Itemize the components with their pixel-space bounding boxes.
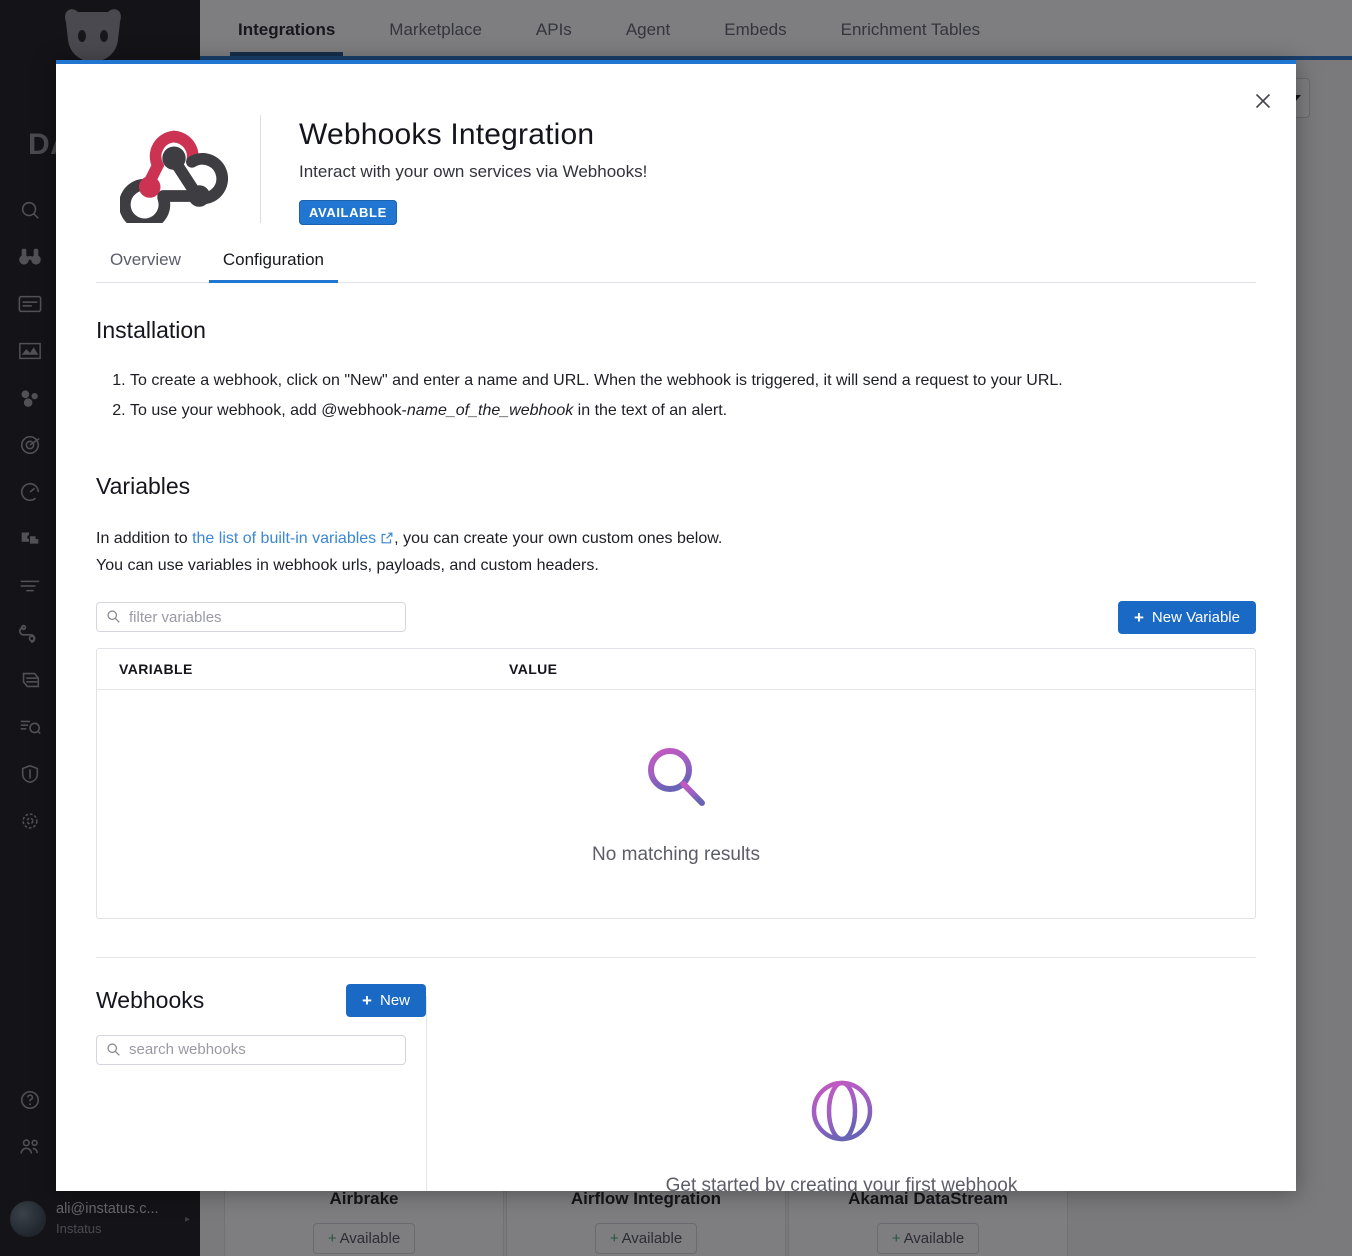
magnifier-empty-icon xyxy=(640,741,712,818)
webhooks-heading: Webhooks xyxy=(96,986,205,1013)
variables-empty-state: No matching results xyxy=(97,690,1255,918)
webhooks-empty-text: Get started by creating your first webho… xyxy=(665,1174,1018,1191)
header-divider xyxy=(260,115,261,223)
modal-body: Installation To create a webhook, click … xyxy=(56,317,1296,1191)
variables-table-header: VARIABLE VALUE xyxy=(97,649,1255,690)
section-divider xyxy=(96,956,1256,958)
installation-heading: Installation xyxy=(96,317,206,343)
variables-table: VARIABLE VALUE No matching results xyxy=(96,647,1256,919)
webhooks-left-panel: Webhooks + New xyxy=(96,983,426,1191)
installation-step-text: To create a webhook, click on "New" and … xyxy=(130,372,1063,389)
filter-variables-field[interactable] xyxy=(96,602,406,633)
variables-desc-line2: You can use variables in webhook urls, p… xyxy=(96,557,599,575)
modal-header-text: Webhooks Integration Interact with your … xyxy=(299,114,647,225)
filter-variables-input[interactable] xyxy=(129,603,405,632)
search-webhooks-input[interactable] xyxy=(129,1035,405,1064)
new-webhook-button-label: New xyxy=(379,991,410,1009)
tab-overview[interactable]: Overview xyxy=(96,250,195,282)
variables-description: In addition to the list of built-in vari… xyxy=(96,526,1256,579)
new-variable-button[interactable]: + New Variable xyxy=(1117,600,1256,634)
installation-section: Installation To create a webhook, click … xyxy=(96,317,1256,427)
close-icon[interactable] xyxy=(1248,86,1278,116)
new-variable-button-label: New Variable xyxy=(1151,608,1240,626)
webhooks-integration-modal: Webhooks Integration Interact with your … xyxy=(56,60,1296,1191)
variables-desc-post: , you can create your own custom ones be… xyxy=(394,529,723,547)
installation-step: To use your webhook, add @webhook-name_o… xyxy=(130,396,1256,426)
new-webhook-button[interactable]: + New xyxy=(346,983,426,1017)
modal-tablist: Overview Configuration xyxy=(96,250,1256,283)
variables-empty-text: No matching results xyxy=(592,844,760,866)
installation-step-text-tail: in the text of an alert. xyxy=(573,402,728,420)
external-link-icon[interactable] xyxy=(380,528,394,554)
installation-step: To create a webhook, click on "New" and … xyxy=(130,366,1256,396)
built-in-variables-link[interactable]: the list of built-in variables xyxy=(192,530,376,547)
webhooks-logo-icon xyxy=(118,115,229,231)
search-webhooks-field[interactable] xyxy=(96,1034,406,1065)
variables-controls: + New Variable xyxy=(96,600,1256,634)
plus-icon: + xyxy=(362,990,372,1010)
status-badge: AVAILABLE xyxy=(299,199,397,225)
modal-header: Webhooks Integration Interact with your … xyxy=(56,64,1296,232)
variables-desc-pre: In addition to xyxy=(96,529,193,547)
installation-step-emphasis: name_of_the_webhook xyxy=(406,402,574,420)
globe-empty-icon xyxy=(807,1076,877,1151)
installation-steps: To create a webhook, click on "New" and … xyxy=(96,366,1256,427)
variables-section: Variables In addition to the list of bui… xyxy=(96,473,1256,919)
search-icon xyxy=(106,609,121,629)
installation-step-text: To use your webhook, add @webhook- xyxy=(130,402,407,420)
screen: Integrations Marketplace APIs Agent Embe… xyxy=(0,0,1352,1256)
search-icon xyxy=(106,1042,121,1062)
page-title: Webhooks Integration xyxy=(299,117,595,151)
webhooks-left-header: Webhooks + New xyxy=(96,983,426,1017)
webhooks-empty-state: Get started by creating your first webho… xyxy=(427,984,1256,1191)
page-subtitle: Interact with your own services via Webh… xyxy=(299,161,648,181)
tab-configuration[interactable]: Configuration xyxy=(208,250,339,283)
column-header-variable: VARIABLE xyxy=(119,660,193,677)
column-header-value: VALUE xyxy=(509,660,558,677)
plus-icon: + xyxy=(1133,607,1144,627)
variables-heading: Variables xyxy=(96,472,191,499)
webhooks-section: Webhooks + New search webhooks Get start… xyxy=(96,983,1256,1191)
